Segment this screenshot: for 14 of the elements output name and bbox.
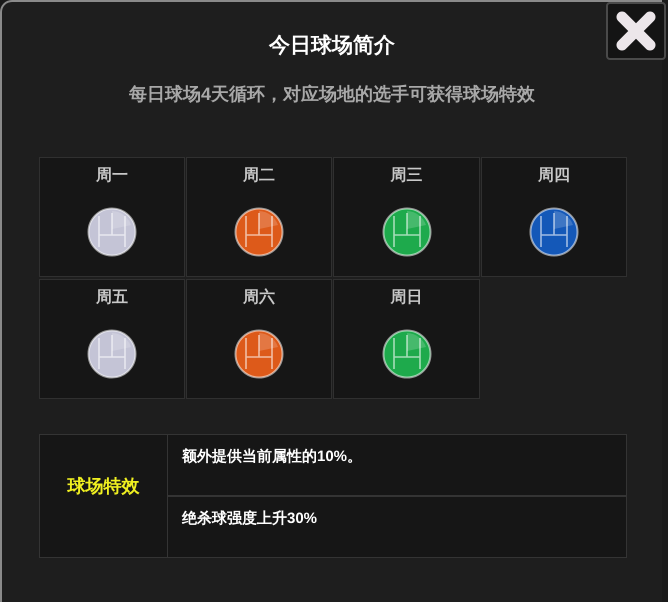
close-icon (616, 11, 656, 51)
close-button[interactable] (606, 2, 666, 60)
effect-text: 额外提供当前属性的10%。 (182, 448, 362, 465)
day-label: 周六 (243, 287, 275, 308)
dialog-subtitle: 每日球场4天循环，对应场地的选手可获得球场特效 (128, 83, 535, 106)
effect-text: 绝杀球强度上升30% (182, 510, 318, 527)
day-label: 周日 (390, 288, 422, 308)
dialog-title: 今日球场简介 (269, 33, 395, 59)
day-label: 周三 (390, 166, 422, 186)
effect-label: 球场特效 (68, 475, 140, 498)
day-label: 周二 (243, 166, 275, 186)
day-label: 周一 (96, 166, 128, 186)
day-label: 周四 (538, 166, 570, 186)
day-label: 周五 (96, 288, 128, 308)
